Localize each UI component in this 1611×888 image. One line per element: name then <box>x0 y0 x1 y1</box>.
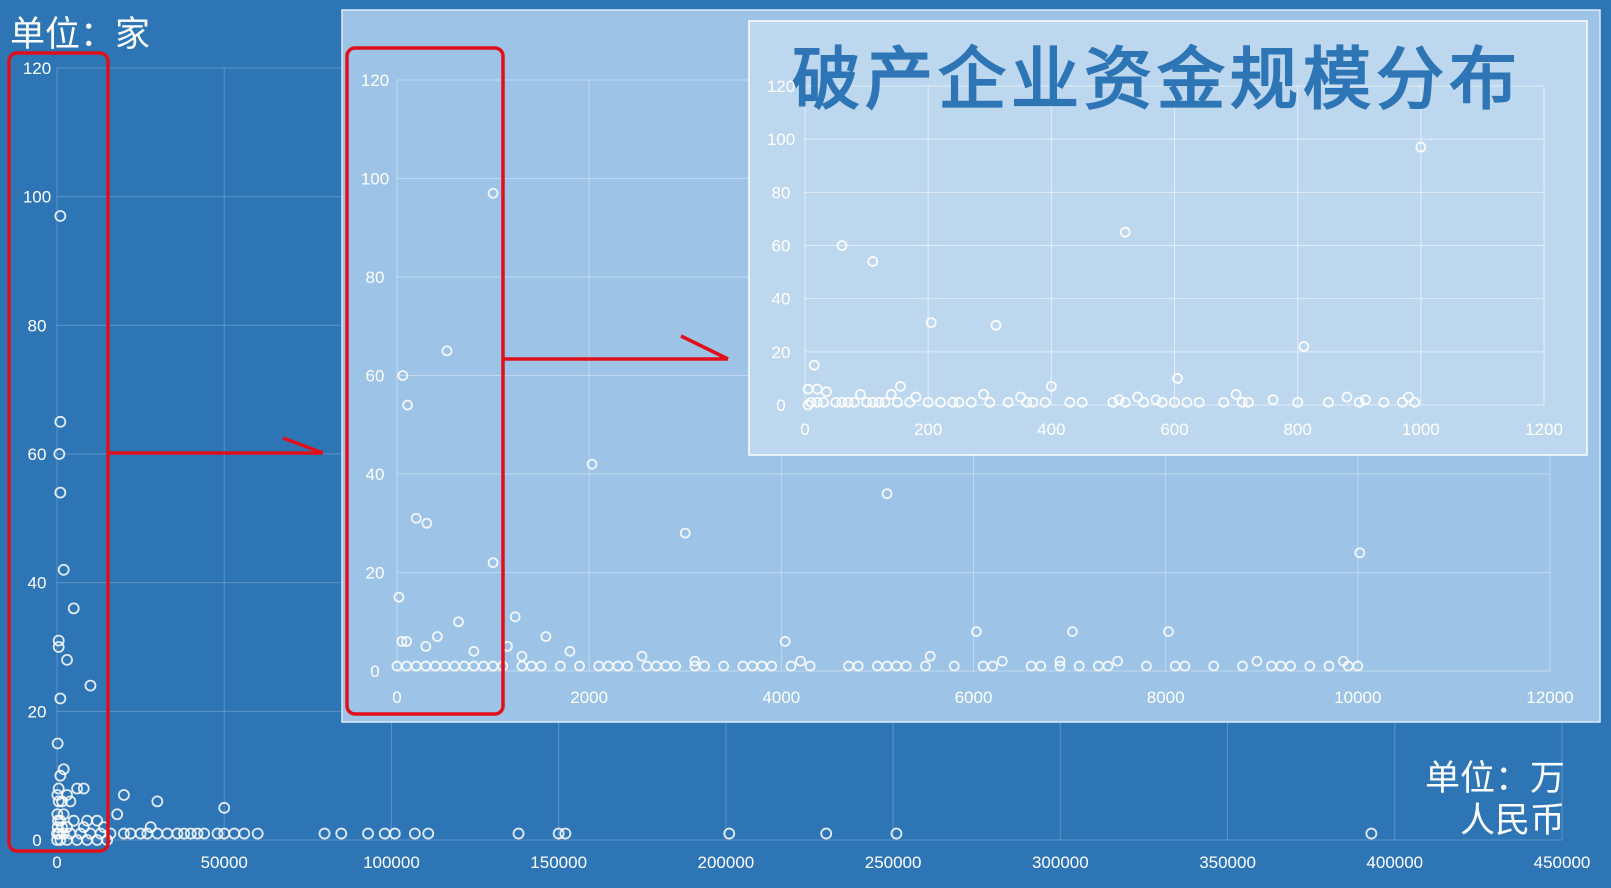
main-data-point <box>51 737 64 750</box>
inset2-x-tick-label: 0 <box>800 420 809 439</box>
inset2-y-tick-label: 40 <box>772 290 791 309</box>
x-unit-label-line1: 单位：万 <box>1424 759 1565 799</box>
chart-figure: 0 50000 100000 150000 200000 250000 300000 3500… <box>7 9 1601 872</box>
inset1-y-tick-label: 0 <box>370 662 379 681</box>
main-y-tick-label: 120 <box>23 59 51 78</box>
inset2-x-tick-label: 400 <box>1037 420 1065 439</box>
inset1-y-tick-label: 20 <box>366 564 385 583</box>
main-data-point <box>117 789 130 801</box>
main-data-point <box>512 827 525 840</box>
main-x-tick-label: 100000 <box>363 853 420 872</box>
x-unit-label-line2: 人民币 <box>1459 801 1565 841</box>
inset1-y-tick-label: 80 <box>366 268 385 287</box>
inset2-y-tick-label: 80 <box>772 183 791 202</box>
main-data-point <box>52 641 65 653</box>
main-data-point <box>362 827 374 840</box>
inset1-x-tick-label: 12000 <box>1526 688 1573 707</box>
main-data-point <box>251 827 264 840</box>
main-data-point <box>77 782 90 795</box>
inset2-x-tick-label: 200 <box>914 420 942 439</box>
main-data-point <box>84 679 97 692</box>
main-data-point <box>67 602 80 615</box>
main-data-point <box>559 827 572 840</box>
main-data-point <box>151 827 164 840</box>
main-data-point <box>238 827 251 840</box>
main-data-point <box>378 827 391 840</box>
chart-title: 破产企业资金规模分布 <box>792 40 1523 120</box>
main-data-point <box>151 795 164 808</box>
main-x-tick-label: 350000 <box>1199 853 1256 872</box>
main-data-point <box>111 808 124 821</box>
x-unit-label: 单位：万 人民币 <box>1425 758 1565 842</box>
inset1-x-tick-label: 8000 <box>1147 688 1185 707</box>
main-x-tick-label: 50000 <box>201 853 248 872</box>
inset1-y-tick-label: 120 <box>361 71 389 90</box>
main-data-point <box>820 827 833 840</box>
inset2-y-tick-label: 60 <box>772 237 791 256</box>
inset1-x-tick-label: 4000 <box>762 688 800 707</box>
main-data-point <box>408 827 421 840</box>
main-data-point <box>61 653 73 666</box>
inset2-x-tick-label: 600 <box>1160 420 1188 439</box>
inset2-y-tick-label: 100 <box>767 130 795 149</box>
main-x-tick-label: 200000 <box>698 853 755 872</box>
inset1-x-tick-label: 6000 <box>955 688 993 707</box>
main-x-tick-label: 300000 <box>1032 853 1089 872</box>
inset1-x-tick-label: 0 <box>392 688 401 707</box>
inset2-x-tick-label: 1200 <box>1525 420 1563 439</box>
main-y-tick-label: 0 <box>32 831 41 850</box>
main-data-point <box>422 827 435 840</box>
main-y-tick-label: 100 <box>23 188 51 207</box>
main-y-tick-label: 60 <box>28 445 47 464</box>
main-data-point <box>57 563 70 576</box>
inset2-x-tick-label: 1000 <box>1402 420 1440 439</box>
main-data-point <box>161 827 174 840</box>
main-x-tick-label: 250000 <box>865 853 922 872</box>
main-y-tick-label: 80 <box>28 316 47 335</box>
inset2-y-tick-label: 120 <box>767 77 795 96</box>
main-x-tick-label: 0 <box>52 853 61 872</box>
highlight-arrow-main <box>108 436 324 455</box>
main-data-point <box>318 827 331 840</box>
main-data-point <box>1365 827 1378 840</box>
main-data-point <box>335 827 348 840</box>
main-data-point <box>228 827 241 840</box>
main-x-tick-label: 450000 <box>1534 853 1591 872</box>
inset2-y-tick-label: 0 <box>776 396 785 415</box>
inset2-y-tick-label: 20 <box>772 343 791 362</box>
inset2-x-tick-label: 800 <box>1283 420 1311 439</box>
main-y-tick-label: 20 <box>28 702 47 721</box>
inset1-x-tick-label: 10000 <box>1334 688 1381 707</box>
highlight-box-main <box>7 51 110 853</box>
main-data-point <box>124 827 137 840</box>
inset1-y-tick-label: 40 <box>366 465 385 484</box>
inset1-y-tick-label: 100 <box>361 170 389 189</box>
main-x-tick-label: 400000 <box>1366 853 1423 872</box>
main-data-point <box>198 827 211 840</box>
y-unit-label: 单位：家 <box>10 15 151 55</box>
main-y-tick-label: 40 <box>28 574 47 593</box>
inset1-y-tick-label: 60 <box>366 367 385 386</box>
inset1-x-tick-label: 2000 <box>570 688 608 707</box>
main-x-tick-label: 150000 <box>530 853 587 872</box>
